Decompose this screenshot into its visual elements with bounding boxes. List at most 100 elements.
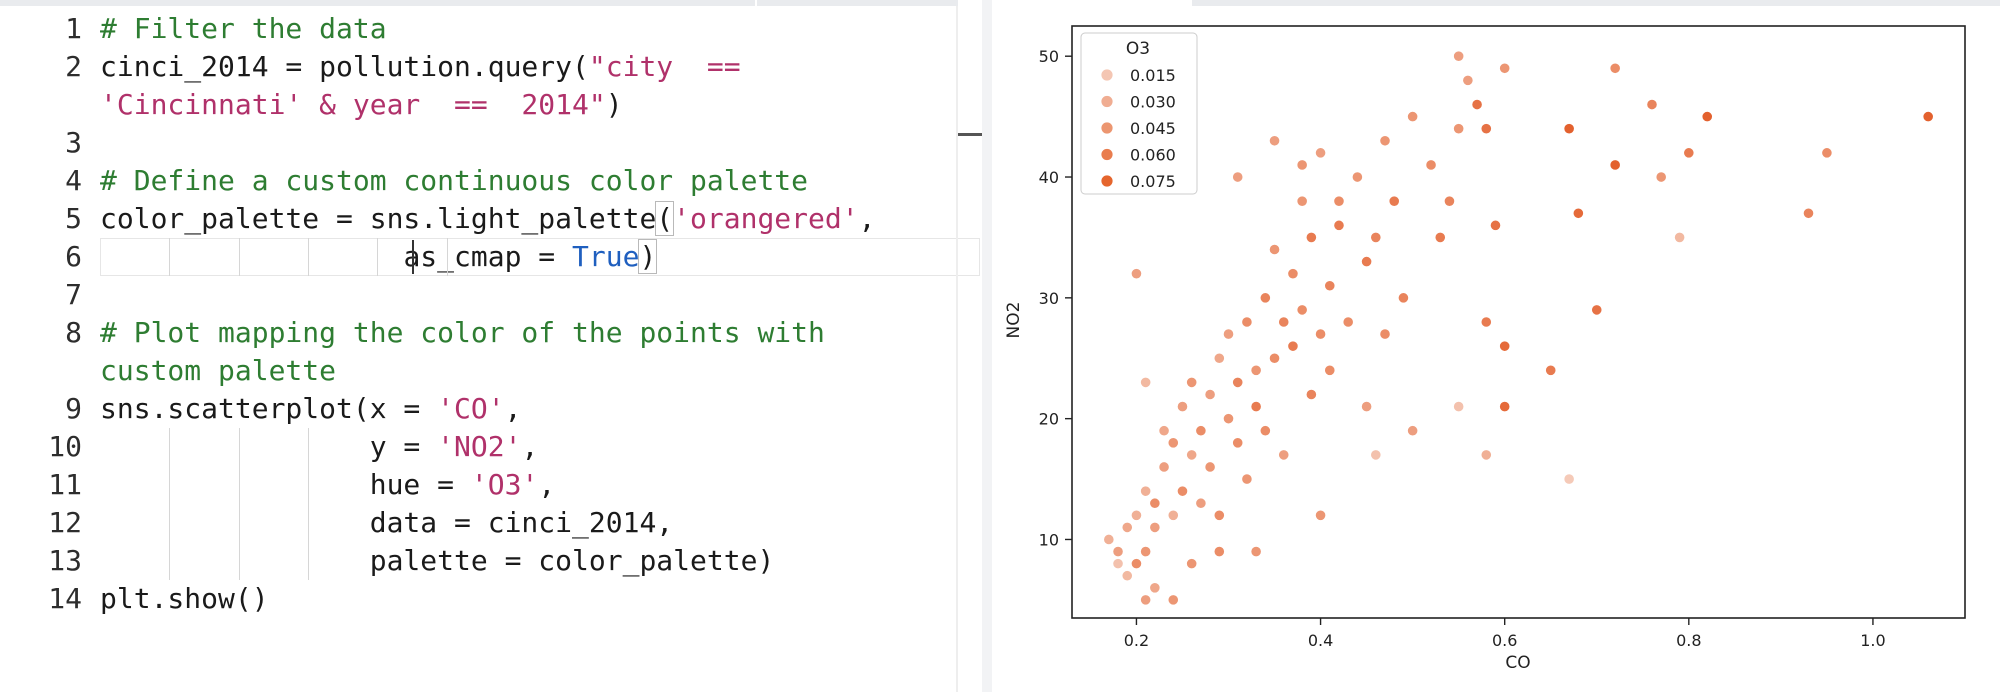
data-point [1545,364,1557,376]
line-number: 3 [65,126,82,159]
data-point [1333,195,1345,207]
legend-marker [1100,95,1114,108]
data-point [1204,461,1216,473]
code-line[interactable]: hue = 'O3', [100,466,555,504]
code-line[interactable]: 'Cincinnati' & year == 2014") [100,86,623,124]
data-point [1250,545,1262,558]
legend-label: 0.015 [1130,66,1176,85]
code-token: ) [638,239,658,274]
line-number: 5 [65,202,82,235]
data-point [1176,400,1189,413]
code-line[interactable]: palette = color_palette) [100,542,775,580]
data-point [1591,304,1603,316]
data-point [1453,50,1465,62]
code-string: 'O3' [470,468,539,501]
data-point [1360,255,1373,268]
data-point [1370,231,1382,244]
editor-scrollbar-track[interactable] [956,6,958,692]
code-line[interactable]: plt.show() [100,580,269,618]
data-point [1305,388,1317,401]
data-point [1683,147,1695,159]
code-comment: custom palette [100,354,337,387]
code-line[interactable]: y = 'NO2', [100,428,539,466]
data-point [1278,316,1290,328]
code-token: ) [605,88,623,121]
indent-guide [169,466,171,504]
data-point [1241,316,1253,328]
code-line[interactable]: color_palette = sns.light_palette('orang… [100,200,875,238]
line-number: 12 [48,506,82,539]
code-token: , [538,468,556,501]
indent-guide [307,466,309,504]
data-point [1232,171,1244,183]
indent-guide [169,238,171,276]
line-number: 4 [65,164,82,197]
data-point [1287,340,1299,352]
indent-guide [169,504,171,542]
indent-guide [446,238,448,276]
y-axis-ticks: 10 20 30 40 50 [1039,47,1072,549]
data-point [1167,594,1179,606]
legend-marker [1100,174,1114,188]
data-point [1213,545,1225,558]
indent-guide [169,428,171,466]
data-point [1241,473,1253,485]
code-token: hue = [369,468,471,501]
scroll-position-marker[interactable] [958,133,982,136]
indent-guide [238,238,240,276]
data-point [1149,521,1161,533]
line-number: 13 [48,544,82,577]
x-tick-label: 1.0 [1860,631,1885,650]
pane-divider[interactable] [982,0,992,692]
code-line[interactable]: sns.scatterplot(x = 'CO', [100,390,521,428]
data-point [1213,352,1225,364]
y-tick-label: 50 [1039,47,1059,66]
data-point [1563,473,1575,485]
data-point [1232,437,1244,449]
y-axis-label: NO2 [1004,302,1024,339]
code-comment: # Define a custom continuous color palet… [100,164,809,197]
data-point [1333,219,1345,231]
code-token: plt.show() [100,582,269,615]
data-point [1259,425,1271,437]
data-point [1324,280,1336,292]
legend-label: 0.075 [1130,172,1176,191]
y-tick-label: 10 [1039,530,1059,549]
code-line[interactable]: # Plot mapping the color of the points w… [100,314,825,352]
code-line[interactable]: # Define a custom continuous color palet… [100,162,808,200]
code-line[interactable]: # Filter the data [100,10,387,48]
code-token: y = [369,430,438,463]
data-point [1158,461,1170,473]
indent-guide [307,238,309,276]
x-tick-label: 0.4 [1308,631,1333,650]
data-point [1204,388,1216,401]
data-point [1471,98,1483,111]
data-point [1195,497,1207,509]
data-point [1140,376,1152,389]
data-point [1167,509,1179,521]
data-point [1609,159,1621,171]
data-point [1268,135,1281,147]
x-axis-label: CO [1505,653,1530,673]
data-point [1489,219,1502,231]
data-point [1701,111,1713,123]
data-point [1443,195,1456,207]
code-string: 'NO2' [437,430,522,463]
code-string: "city == [588,50,741,83]
code-editor[interactable]: 1 # Filter the data 2 cinci_2014 = pollutio… [0,0,982,692]
data-point [1922,111,1934,123]
code-line[interactable]: data = cinci_2014, [100,504,673,542]
data-point [1609,62,1621,74]
y-tick-label: 30 [1039,289,1059,308]
data-point [1324,364,1336,376]
data-point [1121,521,1133,533]
indent-guide [238,542,240,580]
data-point [1379,328,1391,340]
x-tick-label: 0.8 [1676,631,1701,650]
code-line[interactable]: custom palette [100,352,336,390]
data-point [1130,509,1143,521]
code-line[interactable]: cinci_2014 = pollution.query("city == [100,48,741,86]
data-point [1296,159,1308,171]
data-point [1802,207,1815,219]
